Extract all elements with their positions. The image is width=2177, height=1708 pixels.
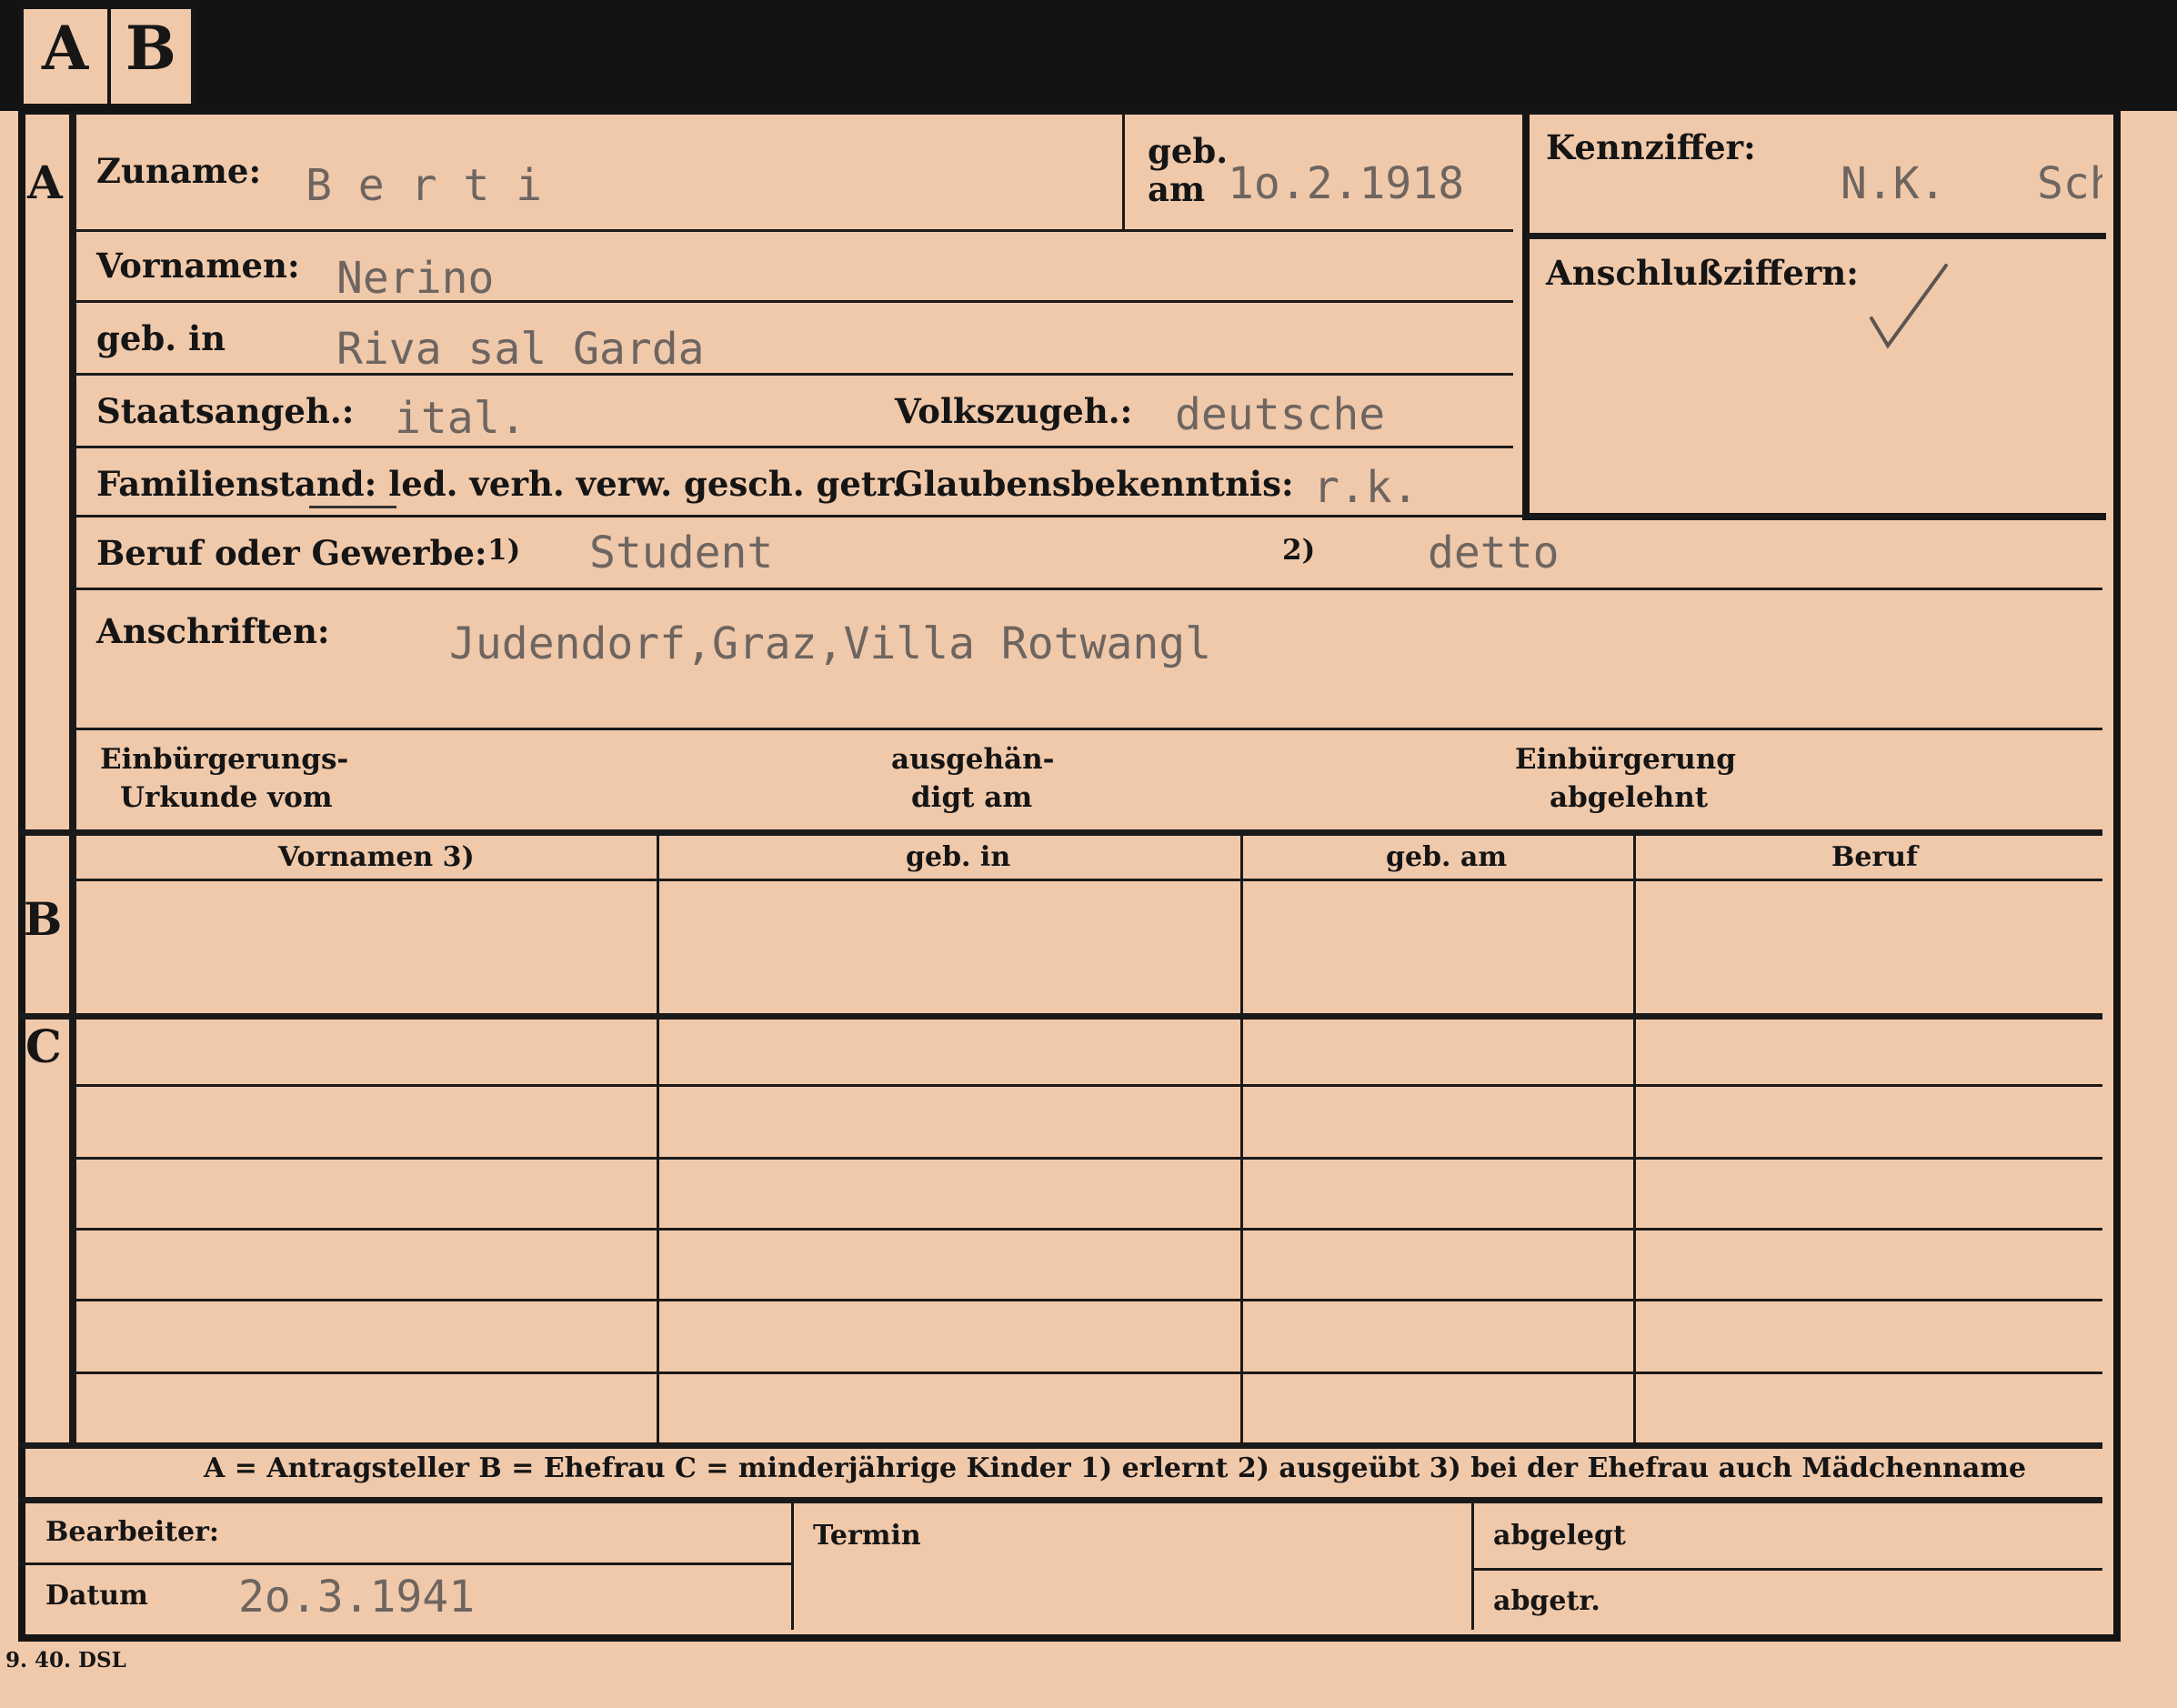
zuname-value: B e r t i — [306, 160, 543, 211]
footer-column-line — [791, 1502, 794, 1630]
col-header-beruf: Beruf — [1831, 841, 1918, 873]
kennziffer-box — [1522, 113, 2106, 520]
legend-bottom-line — [18, 1497, 2102, 1503]
kennziffer-divider — [1526, 233, 2106, 239]
beruf-footnote-1: 1) — [487, 534, 521, 567]
geb-in-value: Riva sal Garda — [336, 324, 705, 375]
rule-line — [73, 373, 1513, 376]
bearbeiter-label: Bearbeiter: — [45, 1516, 219, 1548]
tab-divider — [107, 9, 111, 104]
vornamen-value: Nerino — [336, 253, 495, 304]
anschlussziffern-label: Anschlußziffern: — [1546, 253, 1859, 293]
einbuergerungsurkunde-label-1: Einbürgerungs- — [100, 743, 349, 776]
abgetr-label: abgetr. — [1493, 1585, 1600, 1617]
rule-line — [73, 229, 1513, 232]
datum-label: Datum — [45, 1580, 148, 1612]
tab-a: A — [42, 13, 89, 84]
termin-label: Termin — [813, 1520, 921, 1552]
einbuergerungsurkunde-label-2: Urkunde vom — [120, 781, 333, 814]
scan-background-top — [0, 0, 2177, 111]
beruf-value-ausgeuebt: detto — [1428, 527, 1560, 578]
table-row-line — [76, 1228, 2102, 1231]
rule-line — [73, 446, 1513, 448]
column-line — [657, 835, 659, 1442]
rule-line — [73, 300, 1513, 303]
column-line — [1633, 835, 1636, 1442]
familienstand-label: Familienstand: led. verh. verw. gesch. g… — [96, 464, 903, 504]
footer-row-line — [1473, 1568, 2102, 1571]
rule-line — [73, 728, 2102, 730]
beruf-value-erlernt: Student — [589, 527, 774, 578]
einbuergerung-abgelehnt-label-1: Einbürgerung — [1515, 743, 1736, 776]
table-row-line — [76, 1157, 2102, 1160]
index-tabs: A B — [20, 5, 195, 107]
section-column-line — [69, 111, 76, 1444]
column-line — [1240, 835, 1243, 1442]
print-code: 9. 40. DSL — [5, 1648, 126, 1673]
rule-line — [73, 588, 2102, 590]
datum-value: 2o.3.1941 — [238, 1572, 476, 1623]
section-divider-ab — [18, 829, 2102, 836]
beruf-footnote-2: 2) — [1282, 534, 1316, 567]
abgelegt-label: abgelegt — [1493, 1520, 1626, 1552]
anschriften-value: Judendorf,Graz,Villa Rotwangl — [449, 618, 1212, 669]
col-header-geb-am: geb. am — [1386, 841, 1508, 873]
tab-b: B — [125, 13, 176, 84]
staatsangeh-label: Staatsangeh.: — [96, 391, 355, 431]
glaubensbekenntnis-value: r.k. — [1313, 462, 1419, 513]
table-header-line — [76, 879, 2102, 881]
volkszugeh-label: Volkszugeh.: — [895, 391, 1133, 431]
section-divider-bc — [18, 1013, 2102, 1020]
staatsangeh-value: ital. — [395, 393, 527, 444]
zuname-label: Zuname: — [96, 151, 262, 191]
col-header-geb-in: geb. in — [906, 841, 1011, 873]
geb-am-value: 1o.2.1918 — [1228, 158, 1465, 209]
volkszugeh-value: deutsche — [1175, 389, 1386, 440]
ausgehaendigt-label-2: digt am — [911, 781, 1033, 814]
col-header-vornamen: Vornamen 3) — [278, 841, 475, 873]
footer-column-line — [1471, 1502, 1474, 1630]
section-b-label: B — [24, 892, 63, 946]
table-row-line — [76, 1299, 2102, 1301]
footer-row-line — [18, 1562, 791, 1565]
legend-text: A = Antragsteller B = Ehefrau C = minder… — [204, 1452, 2027, 1484]
legend-top-line — [18, 1442, 2102, 1449]
table-row-line — [76, 1371, 2102, 1374]
section-a-label: A — [27, 156, 63, 209]
rule-line — [73, 515, 2102, 517]
section-c-label: C — [25, 1020, 62, 1073]
glaubensbekenntnis-label: Glaubensbekenntnis: — [895, 464, 1294, 504]
vornamen-label: Vornamen: — [96, 246, 300, 286]
einbuergerung-abgelehnt-label-2: abgelehnt — [1550, 781, 1709, 814]
kennziffer-value: N.K. — [1841, 158, 1946, 209]
checkmark-icon — [1870, 264, 1948, 349]
table-row-line — [76, 1084, 2102, 1087]
anschriften-label: Anschriften: — [96, 611, 330, 651]
kennziffer-label: Kennziffer: — [1546, 127, 1756, 167]
geb-am-divider — [1122, 113, 1125, 229]
geb-in-label: geb. in — [96, 318, 226, 358]
geb-label: geb. — [1148, 131, 1229, 171]
ausgehaendigt-label-1: ausgehän- — [891, 743, 1055, 776]
kennziffer-value-cut: Sch — [2037, 162, 2102, 206]
am-label: am — [1148, 169, 1206, 209]
beruf-label: Beruf oder Gewerbe: — [96, 533, 487, 573]
ledig-underline — [309, 506, 396, 508]
